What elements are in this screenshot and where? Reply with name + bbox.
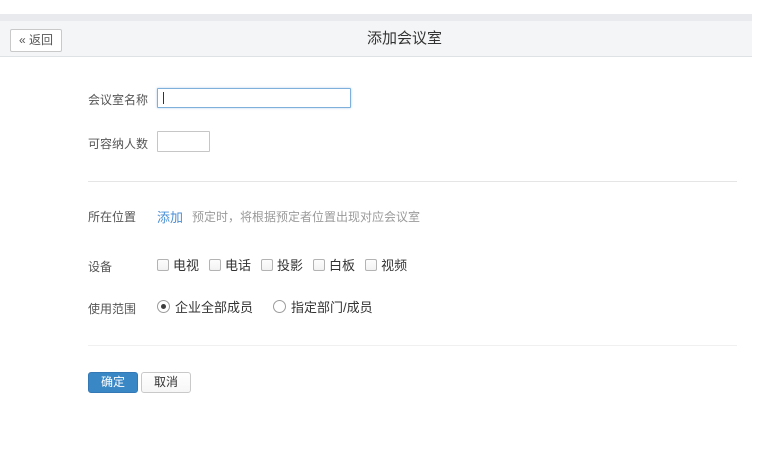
device-label: 白板 — [329, 255, 355, 274]
radio-unselected-icon — [273, 300, 286, 313]
device-label: 视频 — [381, 255, 407, 274]
name-input[interactable] — [157, 88, 351, 108]
device-checkbox-whiteboard[interactable]: 白板 — [313, 255, 355, 274]
device-checkbox-phone[interactable]: 电话 — [209, 255, 251, 274]
scope-option-label: 指定部门/成员 — [291, 297, 373, 316]
page-header: « 返回 添加会议室 — [0, 14, 752, 57]
name-field-label: 会议室名称 — [88, 91, 148, 108]
page-title: 添加会议室 — [57, 27, 752, 48]
checkbox-icon — [261, 259, 273, 271]
checkbox-icon — [157, 259, 169, 271]
capacity-field-label: 可容纳人数 — [88, 135, 148, 152]
device-label: 投影 — [277, 255, 303, 274]
name-input-wrap — [157, 88, 351, 108]
add-location-link[interactable]: 添加 — [157, 207, 183, 226]
scope-radio-group: 企业全部成员 指定部门/成员 — [157, 297, 393, 316]
confirm-button[interactable]: 确定 — [88, 372, 138, 393]
device-checkbox-video[interactable]: 视频 — [365, 255, 407, 274]
devices-checkbox-group: 电视 电话 投影 白板 视频 — [157, 255, 417, 274]
cancel-button[interactable]: 取消 — [141, 372, 191, 393]
checkbox-icon — [365, 259, 377, 271]
back-button[interactable]: « 返回 — [10, 29, 62, 52]
device-label: 电话 — [225, 255, 251, 274]
device-checkbox-projector[interactable]: 投影 — [261, 255, 303, 274]
location-field-label: 所在位置 — [88, 208, 136, 225]
scope-field-label: 使用范围 — [88, 300, 136, 317]
header-top-strip — [0, 14, 752, 21]
device-label: 电视 — [173, 255, 199, 274]
section-divider — [88, 345, 737, 346]
device-checkbox-tv[interactable]: 电视 — [157, 255, 199, 274]
scope-radio-all-members[interactable]: 企业全部成员 — [157, 297, 253, 316]
location-hint-text: 预定时，将根据预定者位置出现对应会议室 — [192, 208, 420, 225]
checkbox-icon — [313, 259, 325, 271]
scope-option-label: 企业全部成员 — [175, 297, 253, 316]
section-divider — [88, 181, 737, 182]
devices-field-label: 设备 — [88, 258, 112, 275]
capacity-input-wrap — [157, 131, 210, 152]
capacity-input[interactable] — [157, 131, 210, 152]
radio-selected-icon — [157, 300, 170, 313]
scope-radio-specified[interactable]: 指定部门/成员 — [273, 297, 373, 316]
checkbox-icon — [209, 259, 221, 271]
